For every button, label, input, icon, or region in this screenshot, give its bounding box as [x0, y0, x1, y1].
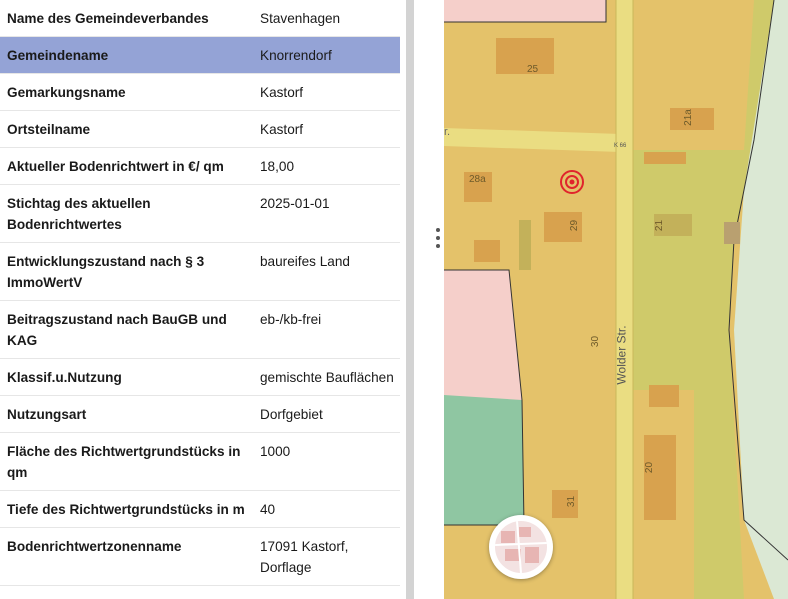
attribute-value: 2025-01-01: [260, 196, 330, 211]
house-number-label: 31: [566, 495, 578, 508]
attribute-value: 1000: [260, 444, 291, 459]
attribute-value: 40: [260, 502, 276, 517]
panel-scrollbar[interactable]: [406, 0, 414, 599]
house-number-label: 28a: [469, 174, 486, 185]
attribute-key: Name des Gemeindeverbandes: [7, 11, 209, 26]
attribute-row[interactable]: Tiefe des Richtwertgrundstücks in m 40: [0, 491, 400, 528]
attribute-row[interactable]: Ortsteilname Kastorf: [0, 111, 400, 148]
street-name-label: Wolder Str.: [614, 325, 629, 385]
attribute-row[interactable]: Nutzungsart Dorfgebiet: [0, 396, 400, 433]
attribute-row[interactable]: Name des Gemeindeverbandes Stavenhagen: [0, 0, 400, 37]
road-ref-label: K 66: [614, 143, 627, 149]
attribute-value: Kastorf: [260, 85, 304, 100]
basemap-toggle-button[interactable]: [489, 515, 553, 579]
house-number-label: 20: [644, 461, 656, 474]
street-name-fragment: r.: [444, 126, 451, 138]
attribute-row[interactable]: Gemeindename Knorrendorf: [0, 37, 400, 74]
attribute-value: Knorrendorf: [260, 48, 332, 63]
attribute-key: Bodenrichtwertzonenname: [7, 539, 182, 554]
resize-handle-icon[interactable]: [436, 228, 442, 252]
attribute-value: eb-/kb-frei: [260, 312, 322, 327]
basemap-thumbnail-icon: [495, 521, 547, 573]
attribute-row[interactable]: Gemarkungsname Kastorf: [0, 74, 400, 111]
attribute-value: gemischte Bauflächen: [260, 370, 394, 385]
attribute-value: Dorfgebiet: [260, 407, 323, 422]
attribute-panel: Name des Gemeindeverbandes Stavenhagen Gem…: [0, 0, 400, 599]
attribute-key: Gemeindename: [7, 48, 109, 63]
attribute-row[interactable]: Aktueller Bodenrichtwert in €/ qm 18,00: [0, 148, 400, 185]
attribute-key: Beitragszustand nach BauGB und KAG: [7, 312, 227, 348]
house-number-label: 29: [569, 219, 581, 232]
house-number-label: 30: [590, 335, 602, 348]
attribute-key: Tiefe des Richtwertgrundstücks in m: [7, 502, 245, 517]
house-number-label: 21: [654, 219, 666, 232]
house-number-label: 21a: [682, 109, 694, 126]
attribute-value: Kastorf: [260, 122, 304, 137]
map-canvas: [444, 0, 788, 599]
location-target-icon[interactable]: [559, 169, 585, 195]
attribute-row[interactable]: Fläche des Richtwertgrundstücks in qm 100…: [0, 433, 400, 491]
attribute-row[interactable]: Klassif.u.Nutzung gemischte Bauflächen: [0, 359, 400, 396]
attribute-key: Gemarkungsname: [7, 85, 126, 100]
attribute-row[interactable]: Entwicklungszustand nach § 3 ImmoWertV ba…: [0, 243, 400, 301]
attribute-key: Stichtag des aktuellen Bodenrichtwertes: [7, 196, 151, 232]
attribute-row[interactable]: Bodenrichtwertzonenname 17091 Kastorf, Do…: [0, 528, 400, 586]
house-number-label: 25: [527, 64, 539, 75]
map-view[interactable]: 25 28a 29 21 21a 30 20 31 K 66 r. Wolder…: [444, 0, 788, 599]
attribute-key: Klassif.u.Nutzung: [7, 370, 122, 385]
attribute-row[interactable]: Beitragszustand nach BauGB und KAG eb-/kb…: [0, 301, 400, 359]
attribute-row[interactable]: Stichtag des aktuellen Bodenrichtwertes 2…: [0, 185, 400, 243]
attribute-value: 17091 Kastorf, Dorflage: [260, 539, 349, 575]
attribute-key: Nutzungsart: [7, 407, 87, 422]
attribute-key: Fläche des Richtwertgrundstücks in qm: [7, 444, 241, 480]
panel-divider: [414, 0, 444, 599]
attribute-key: Entwicklungszustand nach § 3 ImmoWertV: [7, 254, 205, 290]
attribute-key: Ortsteilname: [7, 122, 91, 137]
attribute-value: 18,00: [260, 159, 295, 174]
attribute-key: Aktueller Bodenrichtwert in €/ qm: [7, 159, 224, 174]
attribute-value: baureifes Land: [260, 254, 350, 269]
attribute-value: Stavenhagen: [260, 11, 341, 26]
